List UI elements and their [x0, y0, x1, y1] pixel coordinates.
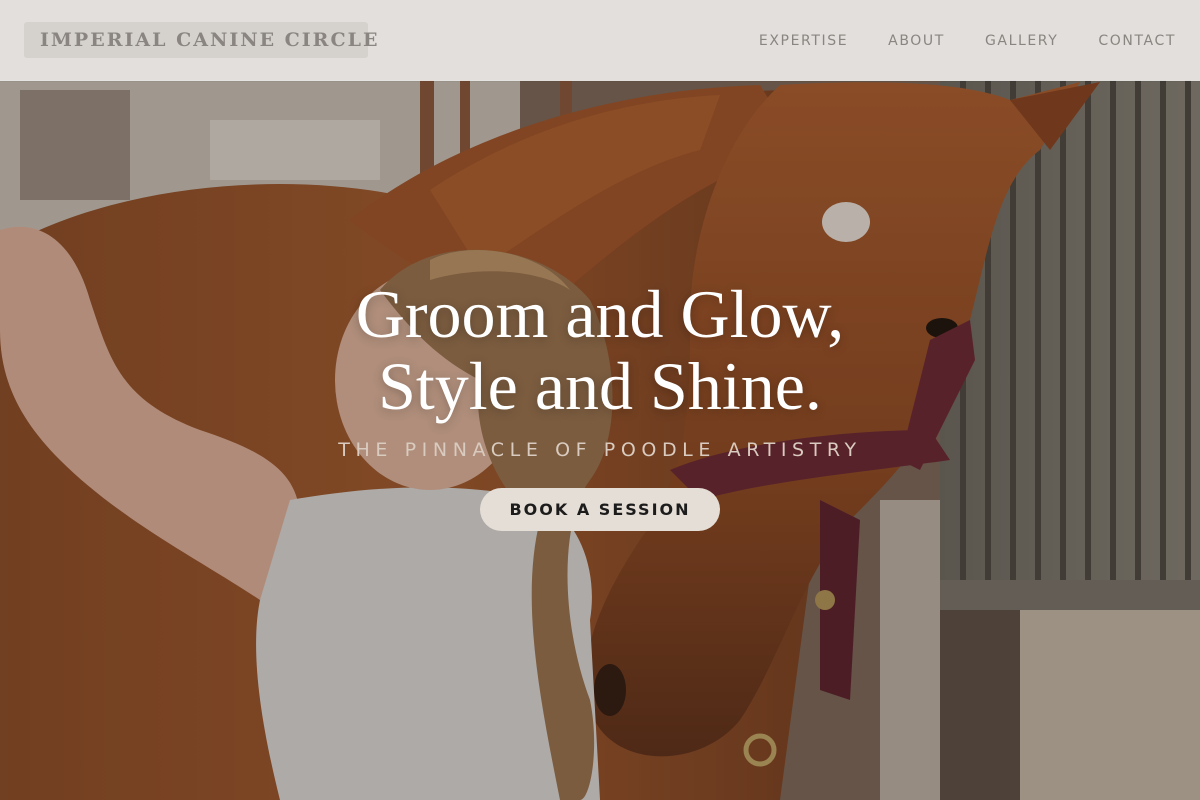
hero-tagline: THE PINNACLE OF POODLE ARTISTRY	[338, 439, 862, 461]
hero-title-line-1: Groom and Glow,	[355, 276, 845, 352]
hero-title: Groom and Glow, Style and Shine.	[0, 278, 1200, 422]
hero-title-line-2: Style and Shine.	[378, 348, 822, 424]
book-session-button[interactable]: BOOK A SESSION	[480, 488, 720, 531]
hero-section: Groom and Glow, Style and Shine. THE PIN…	[0, 0, 1200, 800]
